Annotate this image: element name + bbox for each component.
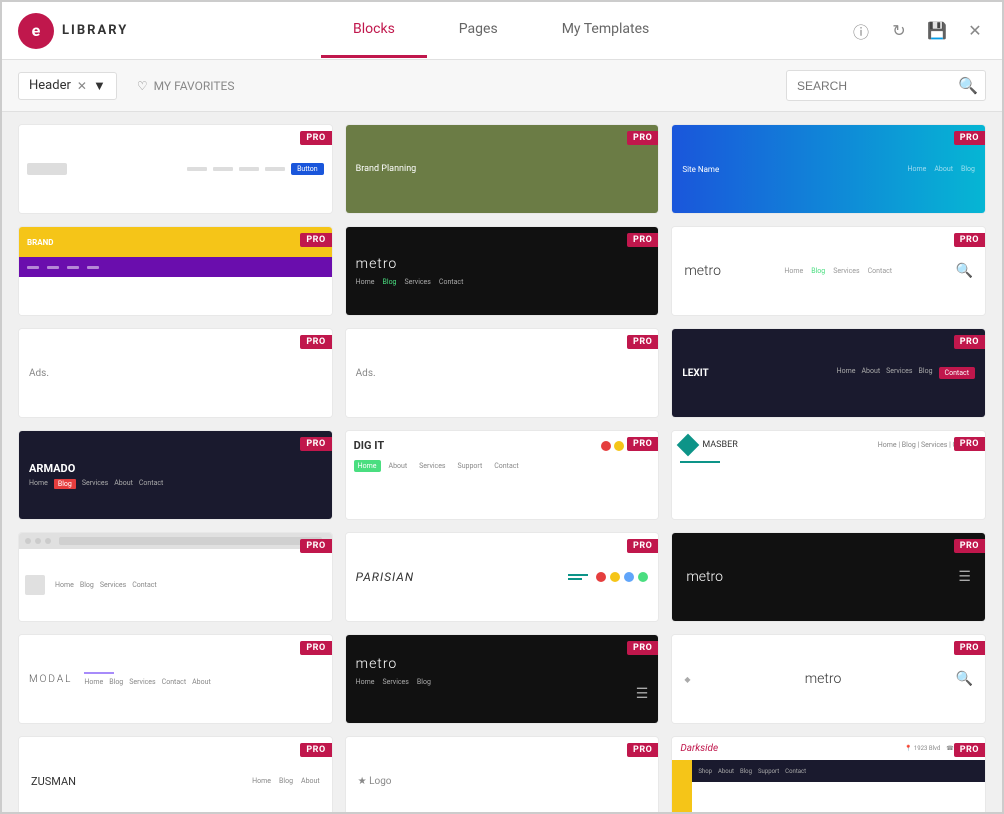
template-card[interactable]: metro Home Services Blog ☰ PRO xyxy=(345,634,660,724)
template-card[interactable]: ZUSMAN Home Blog About PRO xyxy=(18,736,333,812)
tab-pages[interactable]: Pages xyxy=(427,3,530,58)
close-icon[interactable]: ✕ xyxy=(964,20,986,42)
template-card[interactable]: Darkside 📍 1923 Blvd ☎ 123 456 Shop Abou… xyxy=(671,736,986,812)
favorites-button[interactable]: ♡ MY FAVORITES xyxy=(129,74,243,98)
pro-badge: PRO xyxy=(627,233,658,247)
pro-badge: PRO xyxy=(954,131,985,145)
template-card[interactable]: ◆ metro 🔍 PRO xyxy=(671,634,986,724)
template-card[interactable]: Home Blog Services Contact PRO xyxy=(18,532,333,622)
elementor-logo: e xyxy=(18,13,54,49)
pro-badge: PRO xyxy=(954,641,985,655)
template-card[interactable]: MODAL Home Blog Services Contact About xyxy=(18,634,333,724)
search-icon: 🔍 xyxy=(958,76,978,95)
pro-badge: PRO xyxy=(300,437,331,451)
pro-badge: PRO xyxy=(300,131,331,145)
template-card[interactable]: DIG IT Home About Services xyxy=(345,430,660,520)
pro-badge: PRO xyxy=(300,743,331,757)
filter-label: Header xyxy=(29,78,71,93)
template-card[interactable]: ARMADO Home Blog Services About Contact … xyxy=(18,430,333,520)
pro-badge: PRO xyxy=(300,539,331,553)
template-card[interactable]: Brand Planning PRO xyxy=(345,124,660,214)
library-modal: e LIBRARY Blocks Pages My Templates ⓘ ↻ … xyxy=(0,0,1004,814)
header-icons: ⓘ ↻ 💾 ✕ xyxy=(850,20,986,42)
refresh-icon[interactable]: ↻ xyxy=(888,20,910,42)
pro-badge: PRO xyxy=(954,233,985,247)
template-card[interactable]: Ads. PRO xyxy=(345,328,660,418)
template-card[interactable]: LEXIT Home About Services Blog Contact P… xyxy=(671,328,986,418)
modal-header: e LIBRARY Blocks Pages My Templates ⓘ ↻ … xyxy=(2,2,1002,60)
pro-badge: PRO xyxy=(300,641,331,655)
tab-blocks[interactable]: Blocks xyxy=(321,3,427,58)
pro-badge: PRO xyxy=(954,335,985,349)
search-input[interactable] xyxy=(797,79,952,93)
pro-badge: PRO xyxy=(627,743,658,757)
template-card[interactable]: Ads. PRO xyxy=(18,328,333,418)
filter-clear[interactable]: ✕ xyxy=(77,79,87,93)
template-card[interactable]: Button PRO xyxy=(18,124,333,214)
info-icon[interactable]: ⓘ xyxy=(850,20,872,42)
tab-nav: Blocks Pages My Templates xyxy=(152,3,850,58)
toolbar: Header ✕ ▼ ♡ MY FAVORITES 🔍 xyxy=(2,60,1002,112)
filter-dropdown[interactable]: Header ✕ ▼ xyxy=(18,72,117,100)
template-card[interactable]: metro ☰ PRO xyxy=(671,532,986,622)
pro-badge: PRO xyxy=(627,539,658,553)
pro-badge: PRO xyxy=(627,437,658,451)
pro-badge: PRO xyxy=(627,641,658,655)
template-card[interactable]: PARISIAN xyxy=(345,532,660,622)
template-card[interactable]: ★ Logo PRO xyxy=(345,736,660,812)
pro-badge: PRO xyxy=(627,131,658,145)
logo-area: e LIBRARY xyxy=(18,13,128,49)
template-card[interactable]: Site Name Home About Blog PRO xyxy=(671,124,986,214)
template-card[interactable]: metro Home Blog Services Contact PRO xyxy=(345,226,660,316)
pro-badge: PRO xyxy=(300,335,331,349)
pro-badge: PRO xyxy=(300,233,331,247)
save-icon[interactable]: 💾 xyxy=(926,20,948,42)
dropdown-arrow: ▼ xyxy=(93,78,106,94)
pro-badge: PRO xyxy=(954,743,985,757)
template-card[interactable]: MASBER Home | Blog | Services | Contact … xyxy=(671,430,986,520)
heart-icon: ♡ xyxy=(137,79,148,93)
library-title: LIBRARY xyxy=(62,23,128,38)
pro-badge: PRO xyxy=(954,437,985,451)
template-card[interactable]: metro Home Blog Services Contact 🔍 PRO xyxy=(671,226,986,316)
pro-badge: PRO xyxy=(627,335,658,349)
template-card[interactable]: BRAND PRO xyxy=(18,226,333,316)
template-grid-container: Button PRO Brand Planning PRO xyxy=(2,112,1002,812)
search-area: 🔍 xyxy=(786,70,986,101)
pro-badge: PRO xyxy=(954,539,985,553)
template-grid: Button PRO Brand Planning PRO xyxy=(18,124,986,812)
tab-my-templates[interactable]: My Templates xyxy=(530,3,682,58)
favorites-label: MY FAVORITES xyxy=(154,79,235,93)
